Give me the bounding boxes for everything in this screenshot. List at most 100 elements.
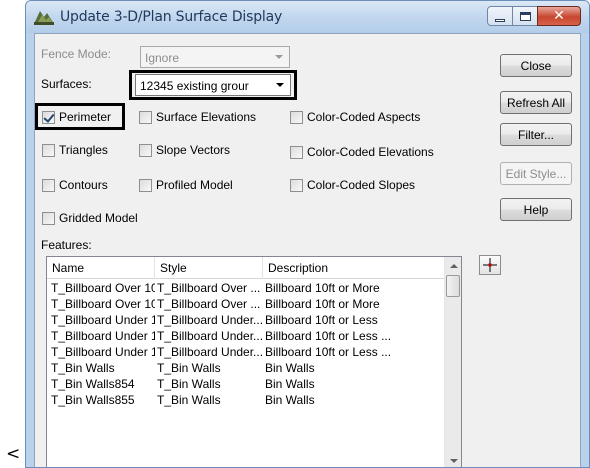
- column-header-description[interactable]: Description: [263, 257, 445, 279]
- table-row[interactable]: T_Billboard Under 10... T_Billboard Unde…: [47, 328, 445, 344]
- row-name: T_Billboard Over 10ft: [51, 281, 155, 295]
- checkbox-box: [42, 178, 55, 192]
- row-style: T_Bin Walls: [157, 361, 221, 375]
- features-list-body: T_Billboard Over 10ft T_Billboard Over .…: [47, 280, 445, 408]
- features-scrollbar[interactable]: [444, 257, 461, 467]
- caption-buttons: ✕: [487, 6, 581, 26]
- triangles-label: Triangles: [59, 143, 108, 157]
- column-header-style[interactable]: Style: [155, 257, 263, 279]
- color-coded-aspects-label: Color-Coded Aspects: [307, 110, 421, 124]
- fence-mode-value: Ignore: [145, 51, 180, 65]
- fence-mode-label: Fence Mode:: [41, 47, 112, 61]
- slope-vectors-label: Slope Vectors: [156, 143, 231, 157]
- color-coded-elevations-checkbox[interactable]: Color-Coded Elevations: [290, 144, 434, 160]
- row-style: T_Bin Walls: [157, 377, 221, 391]
- checkbox-box: [139, 178, 152, 192]
- table-row[interactable]: T_Billboard Under 10... T_Billboard Unde…: [47, 312, 445, 328]
- features-label: Features:: [41, 238, 92, 252]
- perimeter-label: Perimeter: [59, 110, 112, 124]
- row-description: Bin Walls: [265, 377, 315, 391]
- minimize-button[interactable]: [487, 6, 513, 26]
- help-button[interactable]: Help: [500, 198, 572, 221]
- checkbox-box: [290, 145, 303, 159]
- table-row[interactable]: T_Bin Walls854 T_Bin Walls Bin Walls: [47, 376, 445, 392]
- row-name: T_Bin Walls: [51, 361, 115, 375]
- surfaces-dropdown[interactable]: 12345 existing grour: [135, 74, 291, 96]
- contours-checkbox[interactable]: Contours: [42, 177, 108, 193]
- table-row[interactable]: T_Billboard Over 10ft T_Billboard Over .…: [47, 280, 445, 296]
- checkbox-box: [42, 211, 55, 225]
- dialog-client-area: Fence Mode: Ignore Surfaces: 12345 exist…: [34, 33, 581, 467]
- close-button[interactable]: Close: [500, 54, 572, 77]
- help-button-label: Help: [523, 202, 549, 217]
- table-row[interactable]: T_Billboard Under 10... T_Billboard Unde…: [47, 344, 445, 360]
- surfaces-value: 12345 existing grour: [140, 79, 249, 93]
- features-list[interactable]: Name Style Description T_Billboard Over …: [46, 256, 462, 467]
- perimeter-checkbox[interactable]: Perimeter: [42, 109, 111, 125]
- slope-vectors-checkbox[interactable]: Slope Vectors: [139, 142, 230, 158]
- row-style: T_Billboard Over ...: [157, 281, 261, 295]
- row-name: T_Bin Walls855: [51, 393, 135, 407]
- crosshair-icon: [483, 258, 497, 272]
- surface-elevations-label: Surface Elevations: [156, 110, 257, 124]
- row-name: T_Bin Walls854: [51, 377, 135, 391]
- surface-elevations-checkbox[interactable]: Surface Elevations: [139, 109, 256, 125]
- stray-less-than-char: <: [6, 444, 21, 464]
- scroll-thumb[interactable]: [446, 275, 460, 297]
- locate-feature-button[interactable]: [479, 255, 501, 275]
- row-name: T_Billboard Under 10...: [51, 329, 155, 343]
- filter-button[interactable]: Filter...: [500, 123, 572, 146]
- close-window-button[interactable]: ✕: [537, 6, 581, 26]
- close-icon: ✕: [553, 8, 565, 24]
- row-description: Bin Walls: [265, 393, 315, 407]
- dialog-window: Update 3-D/Plan Surface Display ✕ Fence …: [25, 0, 590, 468]
- table-row[interactable]: T_Bin Walls T_Bin Walls Bin Walls: [47, 360, 445, 376]
- checkbox-box: [42, 143, 55, 157]
- chevron-down-icon: [275, 55, 283, 59]
- gridded-model-checkbox[interactable]: Gridded Model: [42, 210, 138, 226]
- chevron-down-icon: [276, 83, 284, 87]
- row-description: Billboard 10ft or Less ...: [265, 329, 392, 343]
- row-name: T_Billboard Over 10ft...: [51, 297, 155, 311]
- profiled-model-label: Profiled Model: [156, 178, 233, 192]
- app-icon: [34, 11, 54, 25]
- triangles-checkbox[interactable]: Triangles: [42, 142, 108, 158]
- arrow-down-icon: [449, 458, 458, 463]
- edit-style-button-label: Edit Style...: [505, 166, 567, 181]
- filter-button-label: Filter...: [517, 127, 554, 142]
- color-coded-slopes-checkbox[interactable]: Color-Coded Slopes: [290, 177, 415, 193]
- features-list-header: Name Style Description: [47, 257, 445, 279]
- scroll-up-button[interactable]: [445, 257, 461, 274]
- row-description: Billboard 10ft or More: [265, 297, 380, 311]
- row-description: Bin Walls: [265, 361, 315, 375]
- profiled-model-checkbox[interactable]: Profiled Model: [139, 177, 233, 193]
- checkbox-box: [139, 110, 152, 124]
- edit-style-button[interactable]: Edit Style...: [500, 162, 572, 185]
- checkbox-box: [139, 143, 152, 157]
- title-bar[interactable]: Update 3-D/Plan Surface Display ✕: [26, 1, 589, 33]
- column-header-name[interactable]: Name: [47, 257, 155, 279]
- row-style: T_Billboard Under...: [157, 345, 263, 359]
- checkmark-icon: [42, 110, 55, 124]
- row-name: T_Billboard Under 10...: [51, 313, 155, 327]
- checkbox-box: [290, 110, 303, 124]
- close-button-label: Close: [520, 58, 552, 73]
- table-row[interactable]: T_Billboard Over 10ft... T_Billboard Ove…: [47, 296, 445, 312]
- scroll-down-button[interactable]: [445, 452, 461, 467]
- refresh-all-button-label: Refresh All: [506, 95, 566, 110]
- fence-mode-dropdown[interactable]: Ignore: [140, 46, 290, 68]
- row-style: T_Billboard Under...: [157, 329, 263, 343]
- minimize-icon: [495, 18, 505, 22]
- row-description: Billboard 10ft or More: [265, 281, 380, 295]
- color-coded-slopes-label: Color-Coded Slopes: [307, 178, 416, 192]
- color-coded-elevations-label: Color-Coded Elevations: [307, 145, 434, 159]
- row-name: T_Billboard Under 10...: [51, 345, 155, 359]
- window-title: Update 3-D/Plan Surface Display: [60, 9, 283, 25]
- color-coded-aspects-checkbox[interactable]: Color-Coded Aspects: [290, 109, 420, 125]
- maximize-button[interactable]: [512, 6, 538, 26]
- table-row[interactable]: T_Bin Walls855 T_Bin Walls Bin Walls: [47, 392, 445, 408]
- refresh-all-button[interactable]: Refresh All: [500, 91, 572, 114]
- row-description: Billboard 10ft or Less: [265, 313, 378, 327]
- row-style: T_Billboard Over ...: [157, 297, 261, 311]
- checkbox-box: [290, 178, 303, 192]
